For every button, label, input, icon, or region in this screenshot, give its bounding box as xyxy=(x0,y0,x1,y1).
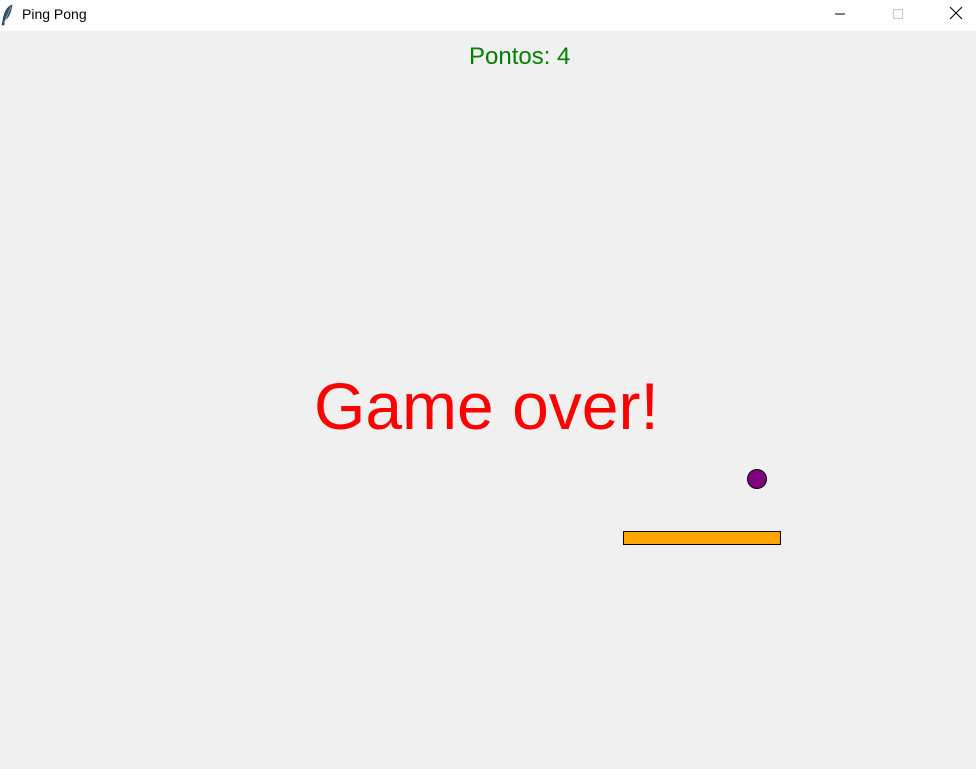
title-bar[interactable]: Ping Pong xyxy=(0,0,976,31)
maximize-icon xyxy=(892,7,904,25)
close-button[interactable] xyxy=(933,0,976,31)
game-canvas[interactable]: Pontos: 4 Game over! xyxy=(0,31,976,769)
score-label: Pontos: 4 xyxy=(469,43,571,70)
app-window: Ping Pong Pontos: 4 Game over! xyxy=(0,0,976,769)
maximize-button[interactable] xyxy=(875,0,921,31)
minimize-button[interactable] xyxy=(817,0,863,31)
close-icon xyxy=(949,6,963,25)
game-over-text: Game over! xyxy=(314,369,659,443)
ball xyxy=(747,469,767,489)
minimize-icon xyxy=(834,7,846,25)
paddle[interactable] xyxy=(623,531,781,545)
feather-icon xyxy=(0,4,16,26)
window-title: Ping Pong xyxy=(22,6,87,22)
